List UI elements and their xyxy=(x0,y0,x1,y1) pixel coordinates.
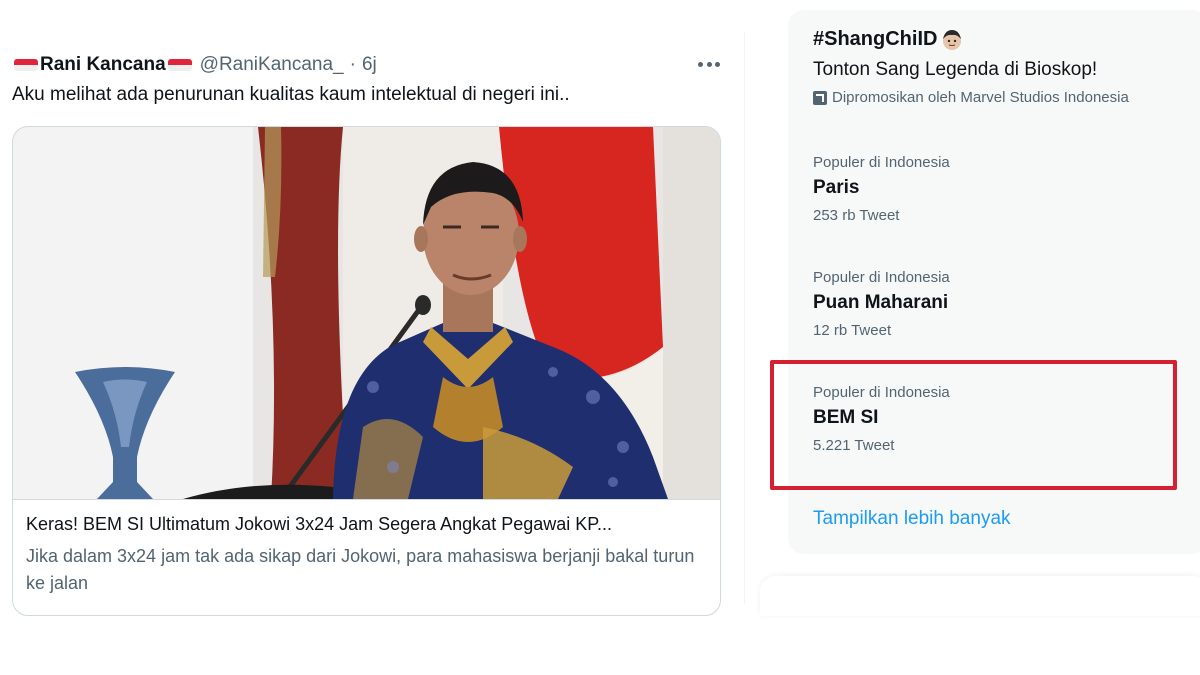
trends-panel: #ShangChiID Tonton Sang Legenda di Biosk… xyxy=(788,10,1200,554)
card-image[interactable] xyxy=(13,127,720,499)
tweet-header: Rani Kancana @RaniKancana_ · 6j xyxy=(12,54,377,76)
show-more-link[interactable]: Tampilkan lebih banyak xyxy=(813,508,1011,530)
indonesia-flag-icon xyxy=(14,59,38,71)
promoted-by-label: Dipromosikan oleh Marvel Studios Indones… xyxy=(832,89,1129,106)
separator-dot: · xyxy=(349,54,356,75)
trend-count: 253 rb Tweet xyxy=(813,207,900,224)
promoted-by: Dipromosikan oleh Marvel Studios Indones… xyxy=(813,89,1129,106)
trend-count: 12 rb Tweet xyxy=(813,322,892,339)
author-handle[interactable]: @RaniKancana_ xyxy=(200,54,344,76)
trend-context: Populer di Indonesia xyxy=(813,384,950,401)
indonesia-flag-icon xyxy=(167,59,192,71)
author-name[interactable]: Rani Kancana xyxy=(40,54,166,76)
trend-count: 5.221 Tweet xyxy=(813,437,895,454)
trend-name: Paris xyxy=(813,177,860,198)
promoted-title: Tonton Sang Legenda di Bioskop! xyxy=(813,59,1098,80)
promoted-trend[interactable]: #ShangChiID Tonton Sang Legenda di Biosk… xyxy=(813,28,1129,106)
link-card[interactable]: Keras! BEM SI Ultimatum Jokowi 3x24 Jam … xyxy=(12,126,721,616)
card-title[interactable]: Keras! BEM SI Ultimatum Jokowi 3x24 Jam … xyxy=(26,514,709,535)
trend-item-bem-si[interactable]: Populer di Indonesia BEM SI 5.221 Tweet xyxy=(813,384,1173,454)
trend-name: Puan Maharani xyxy=(813,292,949,313)
shang-chi-emoji-icon xyxy=(941,29,963,51)
tweet-timestamp[interactable]: 6j xyxy=(362,54,377,76)
more-options-icon[interactable] xyxy=(696,52,722,76)
promoted-icon xyxy=(813,90,827,105)
trend-item-paris[interactable]: Populer di Indonesia Paris 253 rb Tweet xyxy=(813,154,1173,224)
trend-context: Populer di Indonesia xyxy=(813,269,950,286)
trend-context: Populer di Indonesia xyxy=(813,154,950,171)
promoted-hashtag-label: #ShangChiID xyxy=(813,28,938,50)
next-sidebar-panel xyxy=(760,576,1200,616)
card-body[interactable]: Keras! BEM SI Ultimatum Jokowi 3x24 Jam … xyxy=(13,499,720,615)
tweet-text: Aku melihat ada penurunan kualitas kaum … xyxy=(12,84,570,105)
trend-item-puan-maharani[interactable]: Populer di Indonesia Puan Maharani 12 rb… xyxy=(813,269,1173,339)
trend-name: BEM SI xyxy=(813,407,879,428)
card-description: Jika dalam 3x24 jam tak ada sikap dari J… xyxy=(26,546,695,593)
promoted-hashtag[interactable]: #ShangChiID xyxy=(813,28,1129,51)
tweet[interactable]: Rani Kancana @RaniKancana_ · 6j Aku meli… xyxy=(0,32,745,616)
